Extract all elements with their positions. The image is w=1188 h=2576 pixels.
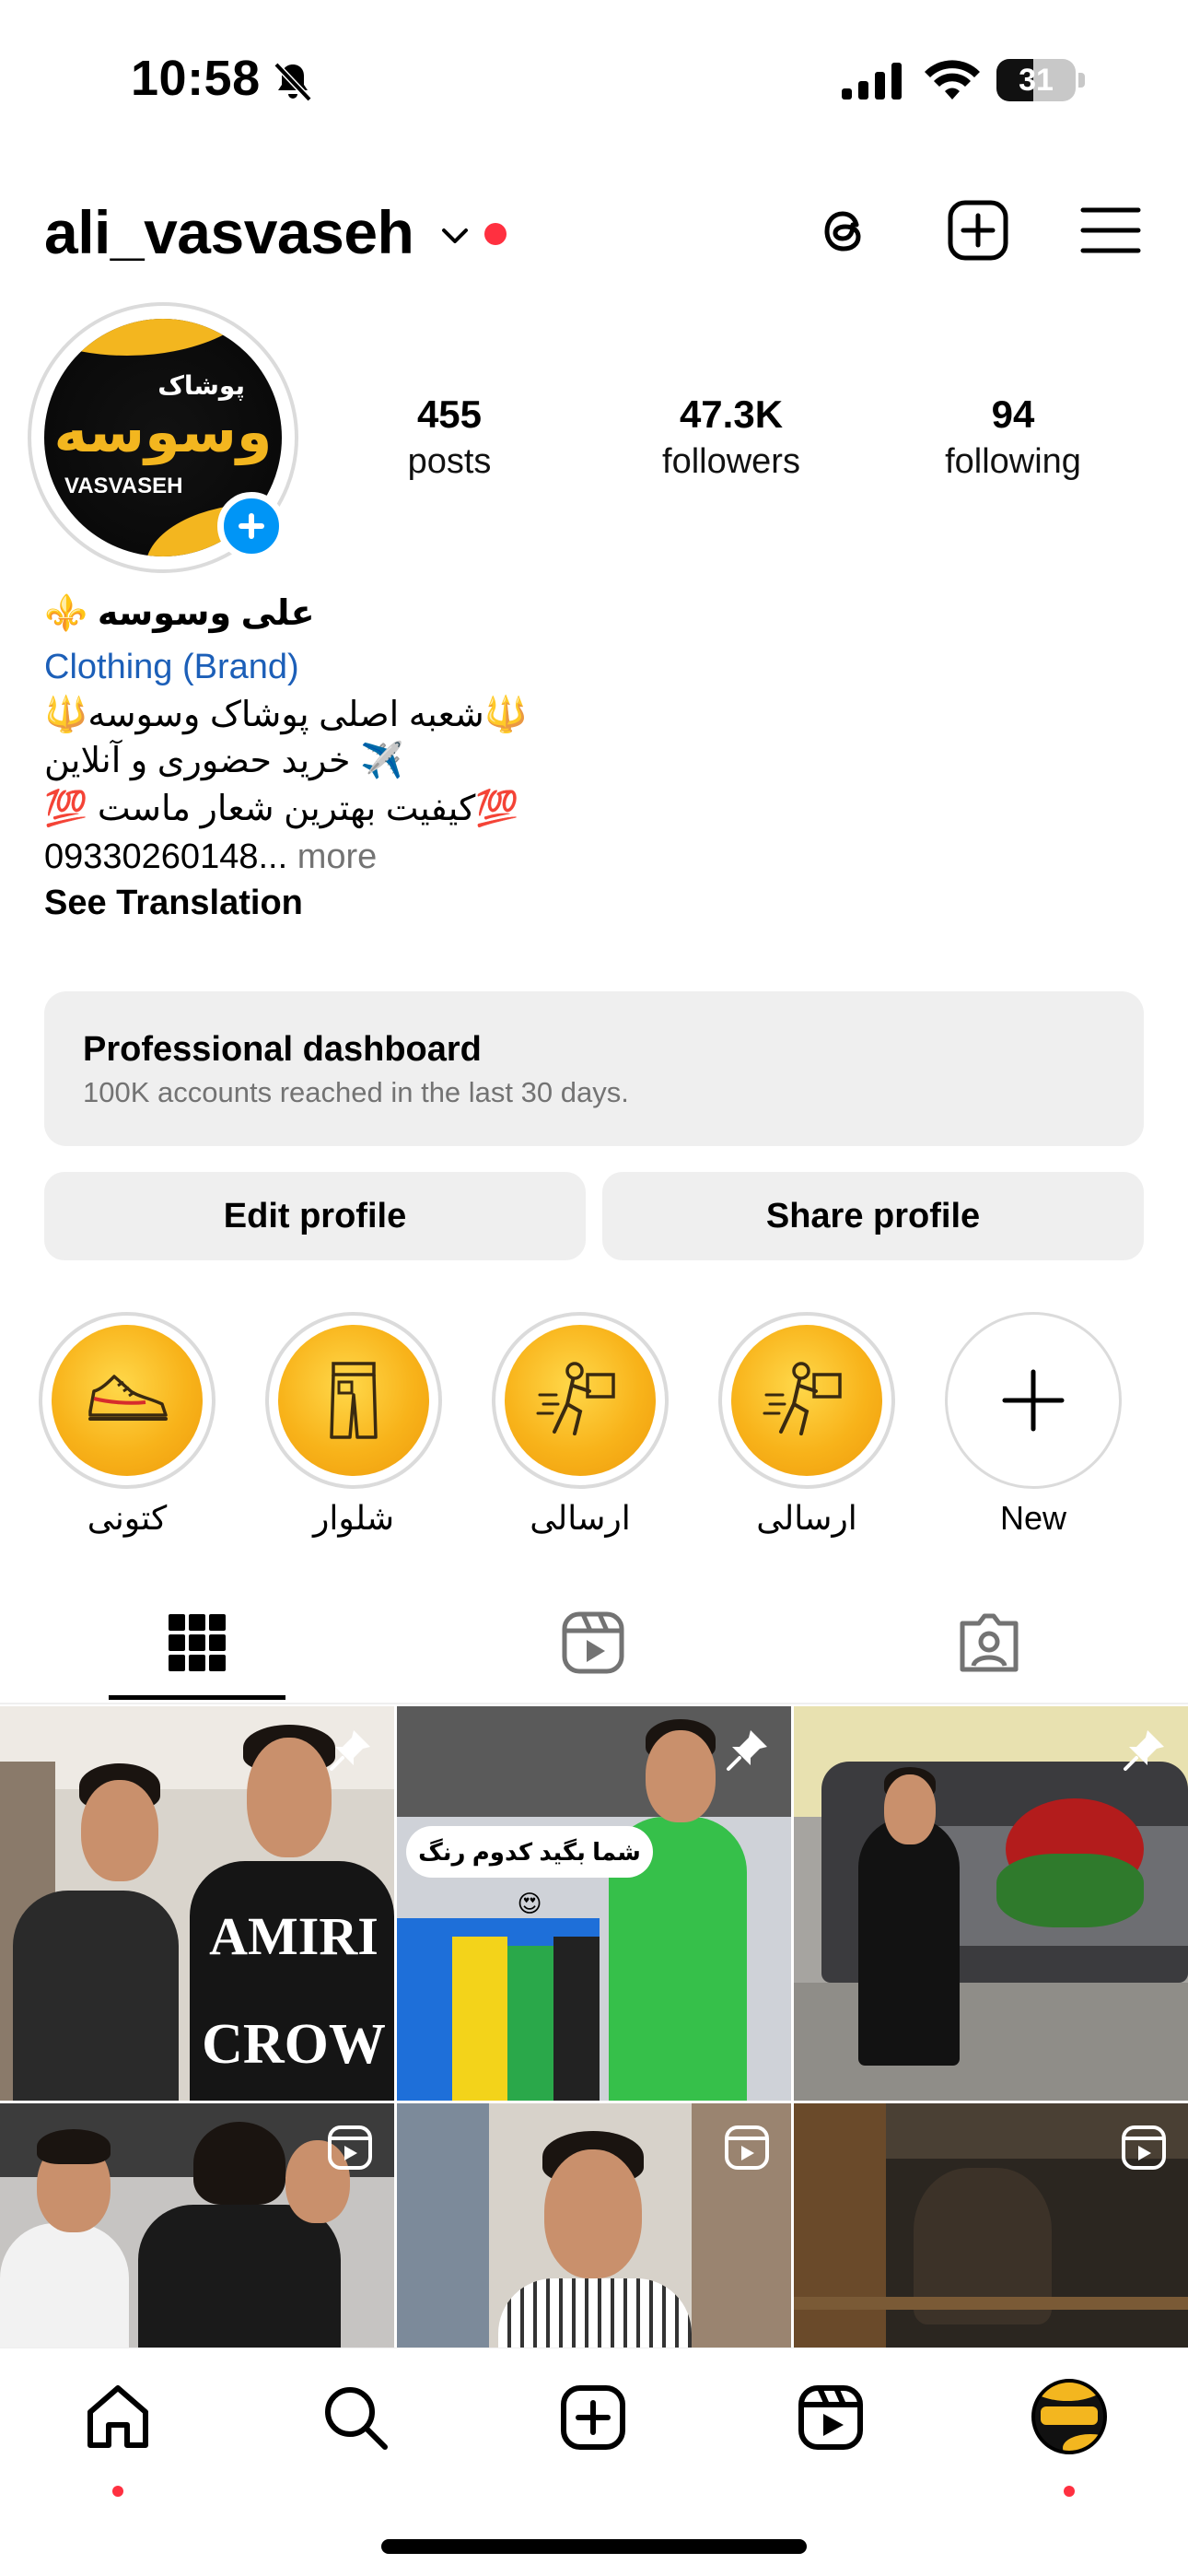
reel-badge-icon [725,2125,769,2170]
post-thumbnail[interactable] [794,1706,1188,2101]
cellular-signal-icon [842,63,902,100]
search-icon[interactable] [319,2381,392,2454]
reels-icon[interactable] [561,1610,625,1675]
post-thumbnail[interactable]: AMIRI CROW [0,1706,394,2101]
bio-line-3: 💯کیفیت بهترین شعار ماست 💯 [44,790,519,828]
delivery-icon [763,1362,842,1435]
home-notification-dot [112,2486,123,2497]
post-thumbnail[interactable] [794,2103,1188,2348]
highlight-label: ارسالی [756,1499,857,1537]
stat-followers-value: 47.3K [679,392,784,436]
highlight-pants[interactable] [265,1312,442,1489]
avatar-logo-sub-text: VASVASEH [64,474,183,498]
dashboard-title: Professional dashboard [83,1030,482,1069]
bio-line-1: 🔱شعبه اصلی پوشاک وسوسه🔱 [44,696,529,734]
create-post-icon[interactable] [945,197,1011,263]
home-indicator [381,2539,807,2554]
highlight-sneakers[interactable] [39,1312,215,1489]
bio-phone-line: 09330260148... more [44,833,377,881]
home-icon[interactable] [81,2381,155,2454]
tagged-icon[interactable] [957,1610,1021,1675]
share-profile-button[interactable]: Share profile [602,1172,1144,1260]
bio-category[interactable]: Clothing (Brand) [44,643,299,691]
pin-icon [1124,1730,1164,1771]
wifi-icon [925,60,980,100]
pants-icon [330,1362,378,1439]
status-time: 10:58 [131,51,261,106]
tab-divider [0,1703,1188,1704]
chevron-down-icon[interactable] [437,217,473,254]
stat-followers[interactable]: 47.3K followers [630,391,833,485]
post-shirt-print: AMIRI [209,1906,379,1966]
stat-following-value: 94 [991,392,1035,436]
stat-posts-value: 455 [416,392,483,436]
plus-icon [1002,1369,1065,1432]
reel-badge-icon [328,2125,372,2170]
reels-nav-icon[interactable] [794,2381,868,2454]
highlight-label: ارسالی [530,1499,631,1537]
profile-notification-dot [1064,2486,1075,2497]
delivery-icon [536,1362,615,1435]
pin-icon [330,1730,370,1771]
edit-profile-button[interactable]: Edit profile [44,1172,586,1260]
bio-line-2: ✈️ خرید حضوری و آنلاین [44,742,404,780]
highlight-new-button[interactable] [945,1312,1122,1489]
add-story-button[interactable] [217,492,285,560]
post-caption-sticker: شما بگید کدوم رنگ 😍 [406,1826,653,1917]
highlight-label: New [999,1499,1067,1537]
bell-muted-icon [274,62,312,102]
stat-posts[interactable]: 455 posts [348,391,551,485]
highlight-label: شلوار [312,1499,395,1537]
highlight-delivery-2[interactable] [718,1312,895,1489]
active-tab-indicator [109,1695,285,1700]
post-shirt-print-2: CROW [202,2013,386,2076]
stat-following[interactable]: 94 following [912,391,1114,485]
see-translation-link[interactable]: See Translation [44,879,303,927]
profile-nav-avatar[interactable] [1031,2379,1107,2454]
threads-icon[interactable] [812,197,879,263]
highlight-delivery-1[interactable] [492,1312,669,1489]
dashboard-subtitle: 100K accounts reached in the last 30 day… [83,1076,629,1108]
bio-more-link[interactable]: more [287,837,378,876]
avatar-logo-top-text: پوشاک [157,371,245,400]
profile-username[interactable]: ali_vasvaseh [44,197,414,267]
reel-badge-icon [1122,2125,1166,2170]
post-thumbnail[interactable] [397,2103,791,2348]
stat-following-label: following [945,442,1081,481]
post-thumbnail[interactable] [0,2103,394,2348]
battery-level: 31 [1019,63,1054,98]
bio-phone: 09330260148... [44,837,288,876]
grid-icon[interactable] [165,1610,229,1675]
sneaker-icon [88,1375,168,1421]
highlight-label: کتونی [87,1499,168,1537]
notification-dot [484,223,507,245]
stat-followers-label: followers [662,442,800,481]
avatar-logo-main-text: وسوسه [53,401,273,464]
menu-icon[interactable] [1077,197,1144,263]
pin-icon [727,1730,767,1771]
bio-display-name: علی وسوسه ⚜️ [44,594,315,633]
post-thumbnail[interactable]: شما بگید کدوم رنگ 😍 [397,1706,791,2101]
create-icon[interactable] [556,2381,630,2454]
stat-posts-label: posts [407,442,492,481]
battery-indicator: 31 [996,59,1085,101]
